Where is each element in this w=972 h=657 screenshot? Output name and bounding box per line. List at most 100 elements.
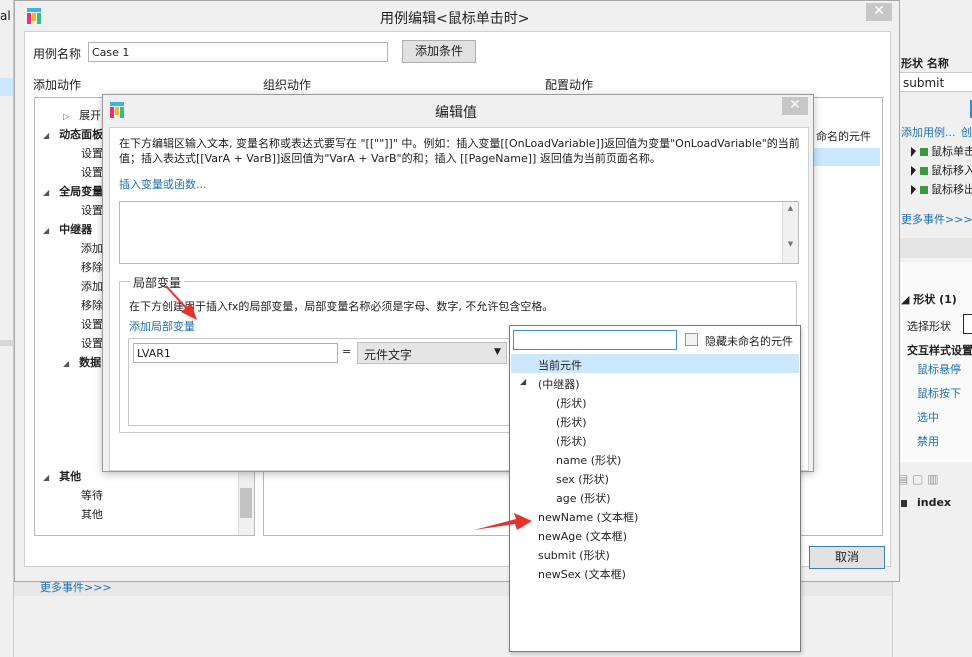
action-tree-item[interactable]: 设置 — [81, 335, 103, 351]
action-tree-item[interactable]: 添加 — [81, 240, 103, 256]
picker-item[interactable]: newSex (文本框) — [511, 563, 799, 582]
picker-item[interactable]: (形状) — [511, 411, 799, 430]
event-item[interactable]: 鼠标移入 — [911, 162, 972, 178]
event-item[interactable]: 鼠标移出 — [911, 181, 972, 197]
value-textarea[interactable]: ▲ ▼ — [119, 201, 799, 264]
left-panel-divider — [0, 340, 14, 346]
add-condition-button[interactable]: 添加条件 — [402, 40, 476, 63]
action-tree-label: 添加 — [81, 280, 103, 293]
action-tree-label: 设置 — [81, 318, 103, 331]
picker-item[interactable]: (形状) — [511, 430, 799, 449]
collapse-icon[interactable]: ◢ — [63, 359, 69, 368]
style-mousedown-link[interactable]: 鼠标按下 — [917, 385, 961, 401]
organize-action-header: 组织动作 — [263, 78, 312, 92]
index-label: index — [917, 496, 952, 509]
picker-item[interactable]: newAge (文本框) — [511, 525, 799, 544]
action-tree-label: 添加 — [81, 242, 103, 255]
right-panel-band — [893, 238, 972, 258]
picker-search-input[interactable] — [513, 330, 677, 350]
add-case-link[interactable]: 添加用例... — [901, 124, 956, 140]
cursor-icon — [911, 166, 916, 176]
action-tree-item[interactable]: 移除 — [81, 297, 103, 313]
picker-item[interactable]: 当前元件 — [511, 354, 799, 373]
action-tree-item[interactable]: 设置 — [81, 164, 103, 180]
close-icon[interactable]: ✕ — [866, 3, 892, 21]
picker-item[interactable]: newName (文本框) — [511, 506, 799, 525]
config-selected-row — [814, 148, 880, 166]
picker-item[interactable]: age (形状) — [511, 487, 799, 506]
event-green-icon — [920, 167, 928, 175]
add-local-var-link[interactable]: 添加局部变量 — [129, 318, 195, 334]
index-item[interactable]: index — [901, 496, 951, 509]
expand-icon[interactable]: ▷ — [63, 112, 69, 121]
left-panel-text: al — [0, 9, 11, 23]
collapse-icon[interactable]: ◢ — [43, 131, 49, 140]
action-tree-label: 等待 — [81, 489, 103, 502]
event-label: 鼠标移入 — [931, 164, 972, 177]
action-tree-label: 设置 — [81, 204, 103, 217]
action-tree-item[interactable]: 添加 — [81, 278, 103, 294]
picker-item-label: 当前元件 — [538, 359, 582, 372]
style-selected-link[interactable]: 选中 — [917, 409, 939, 425]
action-tree-item[interactable]: ◢ 其他 — [43, 468, 81, 484]
action-tree-label: 设置 — [81, 147, 103, 160]
action-tree-item[interactable]: ◢ 数据 — [63, 354, 101, 370]
case-editor-titlebar: 用例编辑<鼠标单击时> ✕ — [15, 1, 899, 31]
interaction-style-heading: 交互样式设置 — [907, 344, 972, 357]
create-link[interactable]: 创 — [961, 124, 972, 140]
picker-item-label: name (形状) — [556, 454, 622, 467]
collapse-icon[interactable]: ◢ — [520, 377, 526, 386]
style-hover-link[interactable]: 鼠标悬停 — [917, 361, 961, 377]
bottom-more-events-link[interactable]: 更多事件>>> — [40, 579, 112, 595]
shape-count-heading: ◢ 形状 (1) — [901, 291, 957, 307]
collapse-icon[interactable]: ◢ — [43, 226, 49, 235]
action-tree-item[interactable]: 设置 — [81, 316, 103, 332]
action-tree-item[interactable]: ◢ 中继器 — [43, 221, 92, 237]
add-action-header: 添加动作 — [33, 78, 82, 92]
action-tree-item[interactable]: ◢ 动态面板 — [43, 126, 103, 142]
app-logo-icon — [110, 102, 124, 118]
action-tree-scroll-thumb[interactable] — [240, 488, 252, 518]
select-shape-label: 选择形状 — [907, 320, 951, 333]
local-var-type-select[interactable]: 元件文字 ▼ — [357, 342, 507, 364]
textarea-scrollbar[interactable]: ▲ ▼ — [782, 202, 798, 263]
action-tree-label: 其他 — [59, 470, 82, 483]
close-icon[interactable]: ✕ — [782, 97, 808, 115]
more-events-link[interactable]: 更多事件>>> — [901, 211, 972, 227]
picker-item[interactable]: sex (形状) — [511, 468, 799, 487]
case-name-input[interactable]: Case 1 — [88, 42, 388, 62]
hide-unnamed-label: 隐藏未命名的元件 — [705, 335, 793, 348]
action-tree-item[interactable]: 等待 — [81, 487, 103, 503]
action-tree-item[interactable]: 设置 — [81, 145, 103, 161]
shape-count-label: 形状 (1) — [913, 293, 957, 306]
picker-item-label: newAge (文本框) — [538, 530, 628, 543]
style-disabled-link[interactable]: 禁用 — [917, 433, 939, 449]
local-var-name-value: LVAR1 — [137, 347, 171, 360]
chevron-down-icon: ▼ — [494, 347, 501, 357]
picker-item[interactable]: name (形状) — [511, 449, 799, 468]
action-tree-item[interactable]: ▷ 展开 — [63, 107, 101, 123]
local-var-desc: 在下方创建用于插入fx的局部变量，局部变量名称必须是字母、数字, 不允许包含空格… — [129, 300, 554, 313]
config-action-header: 配置动作 — [545, 78, 594, 92]
equals-sign: = — [342, 345, 352, 358]
event-green-icon — [920, 148, 928, 156]
action-tree-item[interactable]: 其他 — [81, 506, 103, 522]
local-var-title: 局部变量 — [130, 274, 185, 291]
collapse-icon: ◢ — [901, 293, 914, 306]
local-var-name-input[interactable]: LVAR1 — [133, 343, 338, 363]
select-shape-dropdown[interactable] — [963, 314, 972, 334]
collapse-icon[interactable]: ◢ — [43, 473, 49, 482]
event-item[interactable]: 鼠标单击 — [911, 143, 972, 159]
picker-item[interactable]: ◢ (中继器) — [511, 373, 799, 392]
collapse-icon[interactable]: ◢ — [43, 188, 49, 197]
shape-name-field[interactable]: submit — [899, 72, 972, 92]
action-tree-item[interactable]: 设置 — [81, 202, 103, 218]
hide-unnamed-checkbox[interactable] — [685, 333, 698, 346]
action-tree-label: 移除 — [81, 299, 103, 312]
picker-item[interactable]: (形状) — [511, 392, 799, 411]
insert-variable-link[interactable]: 插入变量或函数... — [119, 176, 207, 192]
action-tree-item[interactable]: ◢ 全局变量 — [43, 183, 103, 199]
cancel-button[interactable]: 取消 — [809, 546, 885, 569]
picker-item[interactable]: submit (形状) — [511, 544, 799, 563]
action-tree-item[interactable]: 移除 — [81, 259, 103, 275]
